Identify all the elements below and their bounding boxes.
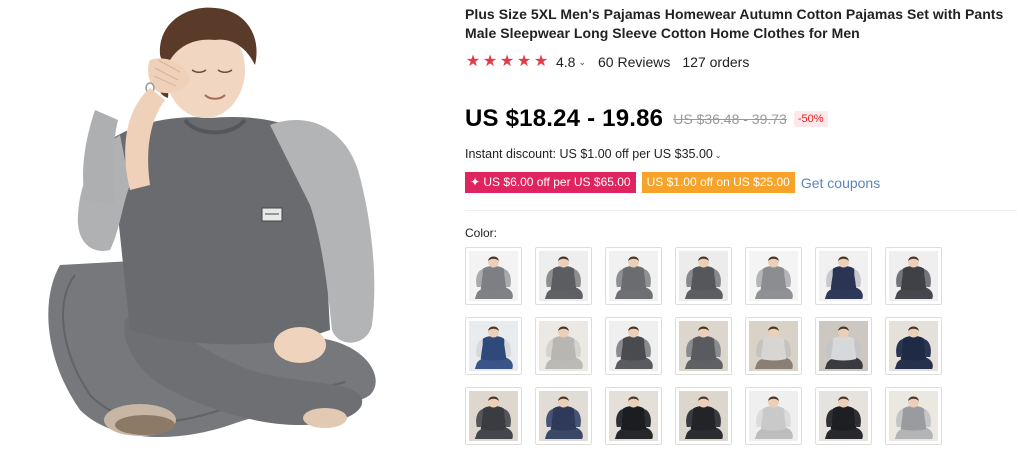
swatch-thumbnail xyxy=(749,251,798,301)
color-swatch[interactable] xyxy=(535,317,592,375)
color-swatch[interactable] xyxy=(815,317,872,375)
swatch-thumbnail xyxy=(819,391,868,441)
swatch-thumbnail xyxy=(609,391,658,441)
swatch-thumbnail xyxy=(819,251,868,301)
swatch-thumbnail xyxy=(819,321,868,371)
color-swatch[interactable] xyxy=(465,387,522,445)
swatch-thumbnail xyxy=(679,391,728,441)
discount-badge: -50% xyxy=(793,111,828,127)
color-swatch[interactable] xyxy=(745,317,802,375)
color-swatch[interactable] xyxy=(745,247,802,305)
swatch-thumbnail xyxy=(889,321,938,371)
star-icon: ★ xyxy=(465,53,481,70)
chevron-down-icon[interactable]: ⌄ xyxy=(578,57,586,68)
star-icon: ★ xyxy=(499,53,515,70)
color-swatch[interactable] xyxy=(885,317,942,375)
reviews-link[interactable]: 60 Reviews xyxy=(598,54,670,70)
product-title: Plus Size 5XL Men's Pajamas Homewear Aut… xyxy=(465,6,1004,41)
swatch-thumbnail xyxy=(539,321,588,371)
swatch-thumbnail xyxy=(749,321,798,371)
swatch-thumbnail xyxy=(889,391,938,441)
color-swatch[interactable] xyxy=(465,247,522,305)
swatch-thumbnail xyxy=(679,251,728,301)
color-swatch[interactable] xyxy=(675,247,732,305)
product-photo-man-gray-pajamas xyxy=(48,7,376,437)
color-swatch[interactable] xyxy=(605,247,662,305)
swatch-thumbnail xyxy=(469,391,518,441)
swatch-thumbnail xyxy=(539,251,588,301)
divider xyxy=(465,210,1017,211)
star-icon: ★ xyxy=(533,53,549,70)
original-price: US $36.48 - 39.73 xyxy=(673,111,787,127)
swatch-thumbnail xyxy=(539,391,588,441)
chevron-down-icon[interactable]: ⌄ xyxy=(715,151,722,160)
instant-discount[interactable]: Instant discount: US $1.00 off per US $3… xyxy=(465,147,722,161)
orders-count: 127 orders xyxy=(682,54,750,70)
swatch-thumbnail xyxy=(469,321,518,371)
color-swatch[interactable] xyxy=(465,317,522,375)
instant-discount-text: Instant discount: US $1.00 off per US $3… xyxy=(465,147,713,161)
swatch-thumbnail xyxy=(609,251,658,301)
color-swatch[interactable] xyxy=(745,387,802,445)
star-icon: ★ xyxy=(482,53,498,70)
coupon-badge[interactable]: ✦ US $6.00 off per US $65.00 xyxy=(465,172,636,193)
color-swatch[interactable] xyxy=(605,317,662,375)
color-swatch[interactable] xyxy=(815,247,872,305)
coupon-badge[interactable]: US $1.00 off on US $25.00 xyxy=(641,172,795,193)
rating-value[interactable]: 4.8 xyxy=(556,54,575,70)
color-swatch[interactable] xyxy=(815,387,872,445)
price-row: US $18.24 - 19.86 US $36.48 - 39.73 -50% xyxy=(465,104,828,134)
color-swatch[interactable] xyxy=(535,387,592,445)
color-swatch[interactable] xyxy=(675,387,732,445)
swatch-thumbnail xyxy=(609,321,658,371)
color-swatch[interactable] xyxy=(885,247,942,305)
coupon-row: ✦ US $6.00 off per US $65.00 US $1.00 of… xyxy=(465,172,880,193)
product-info-panel: Plus Size 5XL Men's Pajamas Homewear Aut… xyxy=(465,0,1017,456)
color-swatch[interactable] xyxy=(885,387,942,445)
star-icon: ★ xyxy=(516,53,532,70)
rating-row: ★ ★ ★ ★ ★ 4.8 ⌄ 60 Reviews 127 orders xyxy=(465,52,750,72)
color-swatch[interactable] xyxy=(535,247,592,305)
swatch-thumbnail xyxy=(679,321,728,371)
color-label: Color: xyxy=(465,226,498,240)
main-product-image[interactable] xyxy=(0,0,420,456)
color-swatch[interactable] xyxy=(675,317,732,375)
get-coupons-link[interactable]: Get coupons xyxy=(801,175,880,191)
swatch-thumbnail xyxy=(889,251,938,301)
color-swatch[interactable] xyxy=(605,387,662,445)
swatch-thumbnail xyxy=(469,251,518,301)
rating-stars[interactable]: ★ ★ ★ ★ ★ xyxy=(465,54,549,70)
current-price: US $18.24 - 19.86 xyxy=(465,105,664,132)
swatch-thumbnail xyxy=(749,391,798,441)
